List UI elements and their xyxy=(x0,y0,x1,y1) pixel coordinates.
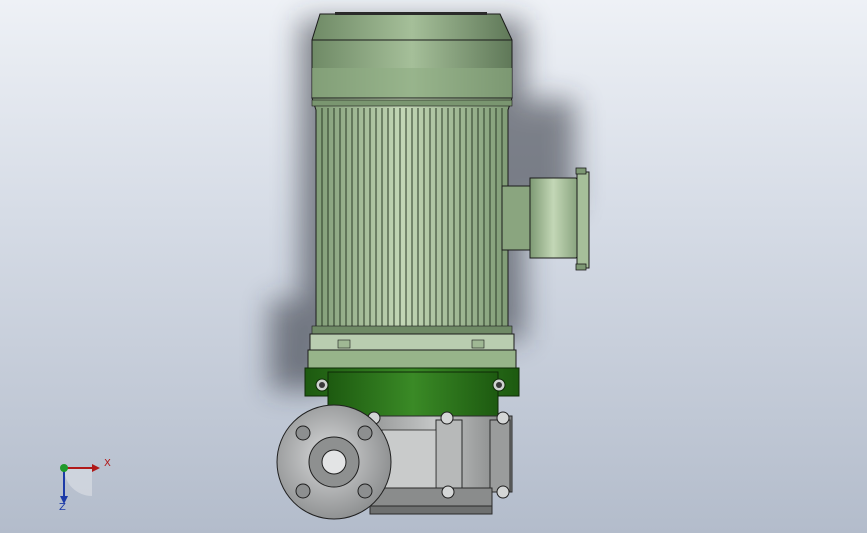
coordinate-triad xyxy=(60,464,100,504)
triad-z-label: Z xyxy=(59,502,66,513)
triad-x-label: X xyxy=(104,458,111,469)
motor-flange[interactable] xyxy=(307,333,517,371)
y-axis-dot-icon xyxy=(60,464,68,472)
inlet-flange[interactable] xyxy=(276,404,392,520)
motor-body[interactable] xyxy=(311,97,513,335)
motor-fan-cover[interactable] xyxy=(311,12,513,99)
cad-viewport[interactable] xyxy=(0,0,867,533)
x-axis-arrow-icon xyxy=(92,464,100,472)
